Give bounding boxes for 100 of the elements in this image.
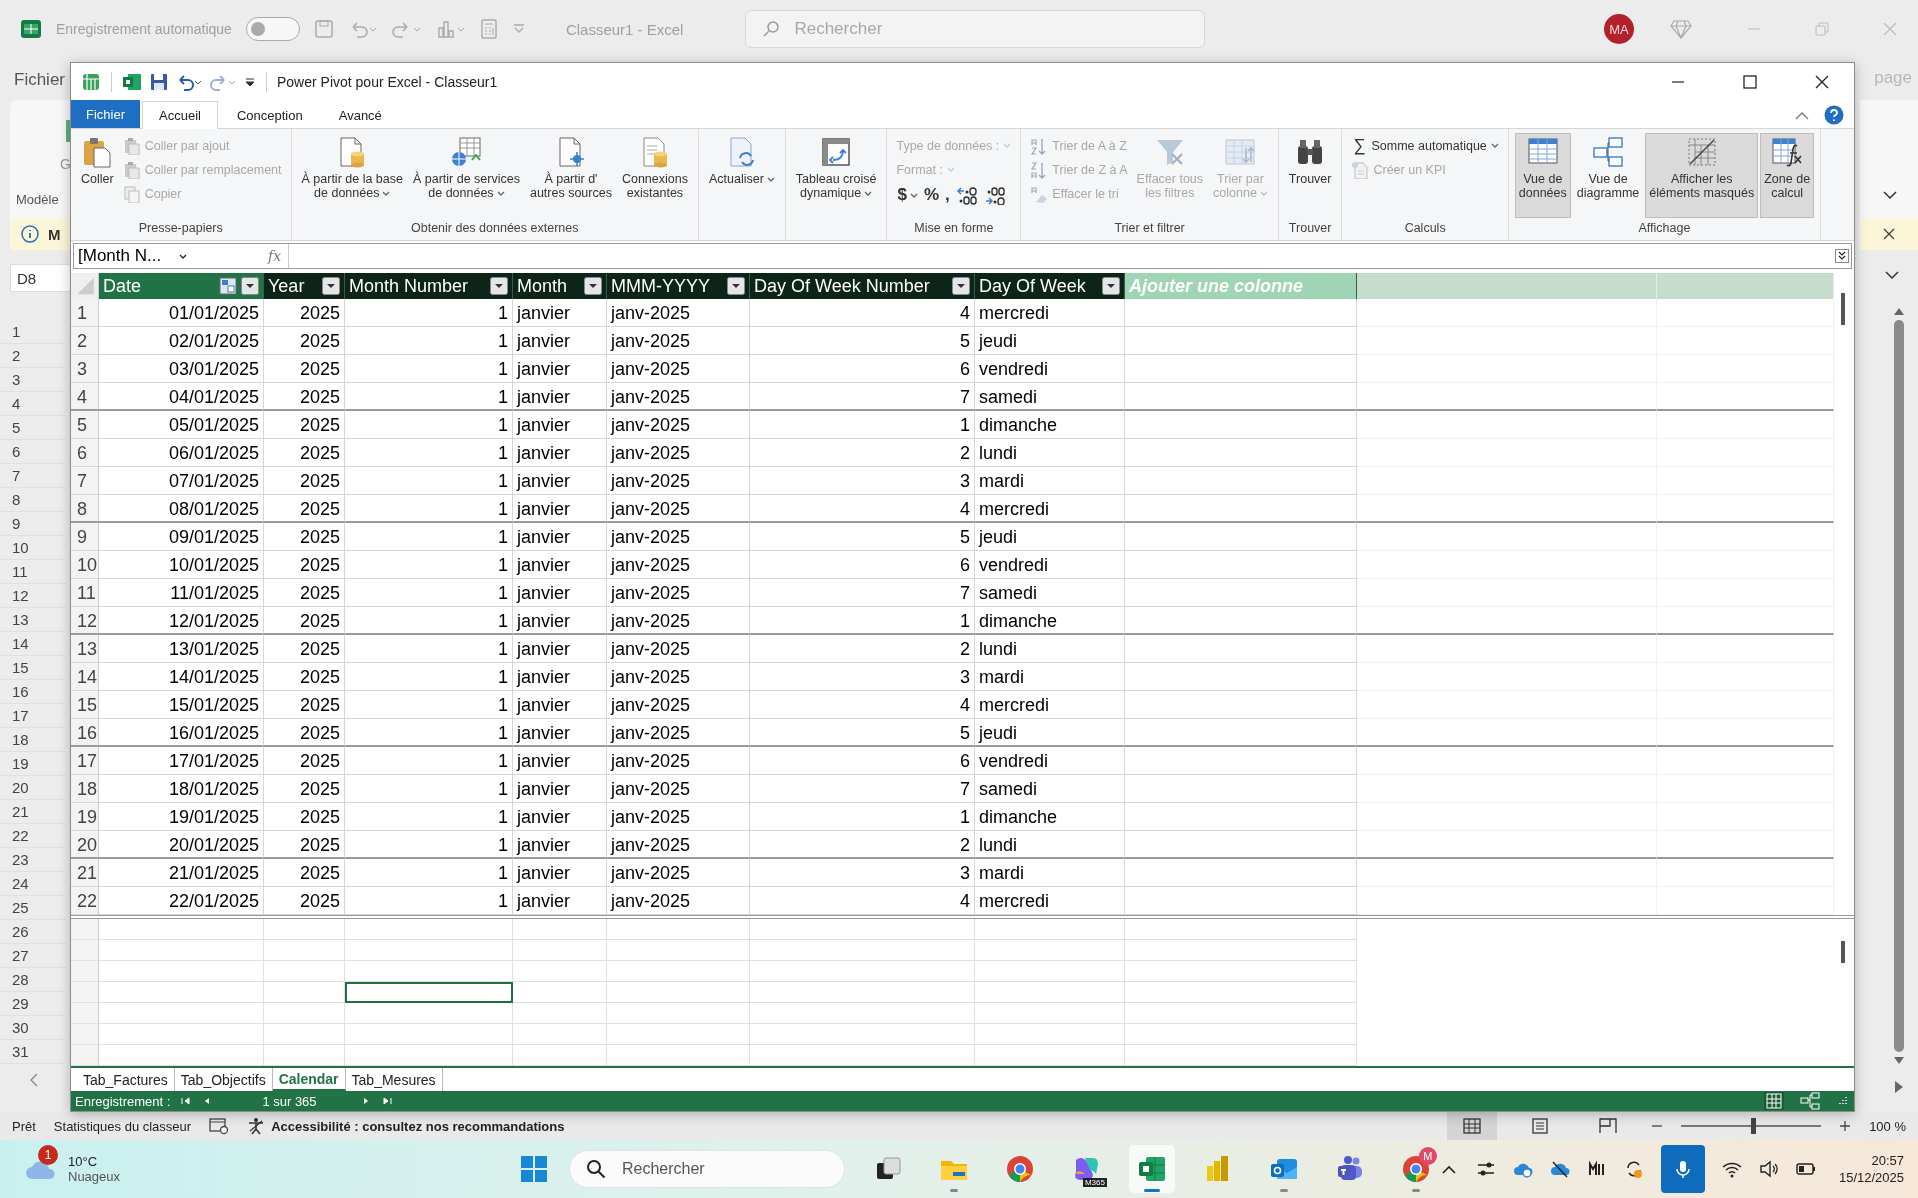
row-header[interactable]: 27 [0, 944, 66, 968]
slider-thumb[interactable] [1750, 1118, 1756, 1134]
row-header[interactable]: 29 [0, 992, 66, 1016]
scroll-down-arrow-icon[interactable] [1893, 1056, 1905, 1066]
weather-condition[interactable]: Nuageux [68, 1169, 121, 1184]
row-header[interactable]: 23 [0, 848, 66, 872]
accessibility-status[interactable]: Accessibilité : consultez nos recommandations [271, 1118, 565, 1134]
ribbon-button[interactable]: Trouver [1284, 133, 1336, 218]
row-header[interactable]: 20 [0, 776, 66, 800]
filter-dropdown-button[interactable] [727, 277, 745, 295]
row-header[interactable]: 17 [0, 704, 66, 728]
column-header[interactable]: Month Number [345, 273, 513, 299]
column-header[interactable] [1657, 273, 1834, 299]
calculator-icon[interactable] [479, 19, 498, 39]
restore-icon[interactable] [1814, 21, 1830, 37]
row-header[interactable]: 1 [0, 320, 66, 344]
row-header[interactable]: 5 [0, 416, 66, 440]
chevron-down-icon[interactable] [1884, 270, 1900, 280]
diagram-view-icon[interactable] [1800, 1092, 1820, 1110]
ribbon-tab[interactable]: Accueil [142, 101, 218, 129]
row-header[interactable]: 12 [0, 584, 66, 608]
column-header[interactable]: Day Of Week [975, 273, 1125, 299]
format-button[interactable]: $ [897, 185, 918, 205]
resize-grip-icon[interactable] [1836, 1095, 1848, 1107]
help-icon[interactable] [1824, 104, 1844, 125]
normal-view-button[interactable] [1447, 1112, 1498, 1140]
start-icon[interactable] [518, 1154, 549, 1184]
bar-chart-icon[interactable] [435, 19, 466, 39]
row-header[interactable]: 11 [0, 560, 66, 584]
ribbon-button[interactable]: Vue de données [1514, 133, 1571, 218]
undo-icon[interactable] [176, 73, 202, 91]
zoom-level[interactable]: 100 % [1869, 1118, 1906, 1134]
ribbon-button[interactable]: Vue de diagramme [1572, 133, 1644, 218]
microphone-icon[interactable] [1660, 1145, 1705, 1193]
column-header[interactable] [1357, 273, 1657, 299]
row-header[interactable]: 18 [0, 728, 66, 752]
function-icon[interactable]: fx [268, 248, 288, 264]
scrollbar-thumb[interactable] [1894, 320, 1904, 1052]
select-all-icon[interactable] [71, 273, 99, 299]
file-tab[interactable]: Fichier [71, 100, 140, 128]
filter-dropdown-button[interactable] [1102, 277, 1120, 295]
clock-time[interactable]: 20:57 [1871, 1153, 1904, 1168]
spreadsheet-icon[interactable] [122, 72, 142, 92]
grid-view-icon[interactable] [1764, 1092, 1784, 1110]
row-header[interactable] [71, 982, 99, 1003]
first-record-icon[interactable] [180, 1096, 193, 1106]
row-header[interactable]: 24 [0, 872, 66, 896]
cloud-off-icon[interactable] [1549, 1159, 1570, 1179]
column-header[interactable]: Year [264, 273, 345, 299]
row-header[interactable]: 16 [0, 680, 66, 704]
ribbon-tab[interactable]: Conception [219, 101, 320, 128]
taskbar-app-button[interactable]: M [1392, 1145, 1439, 1193]
row-header[interactable]: 14 [0, 632, 66, 656]
weather-temperature[interactable]: 10°C [68, 1154, 121, 1169]
chevron-down-icon[interactable] [1882, 190, 1898, 200]
decrease-decimal-icon[interactable] [983, 185, 1006, 205]
close-icon[interactable] [1814, 74, 1830, 90]
row-header[interactable]: 6 [0, 440, 66, 464]
close-icon[interactable] [1882, 227, 1896, 241]
redo-icon[interactable] [391, 19, 422, 39]
row-header[interactable] [71, 1045, 99, 1066]
maximize-icon[interactable] [1742, 74, 1758, 90]
format-button[interactable]: , [945, 185, 950, 205]
filter-dropdown-button[interactable] [584, 277, 602, 295]
row-header[interactable]: 7 [0, 464, 66, 488]
ribbon-button[interactable]: Coller [77, 133, 118, 218]
filter-dropdown-button[interactable] [241, 277, 259, 295]
scroll-up-arrow-icon[interactable] [1893, 306, 1905, 316]
sheet-gear-icon[interactable] [209, 1117, 230, 1135]
diamond-icon[interactable] [1670, 19, 1692, 39]
ribbon-button[interactable]: Actualiser [704, 133, 779, 218]
row-header[interactable]: 2 [0, 344, 66, 368]
name-box[interactable]: D8 [10, 264, 70, 292]
pivot-logo-icon[interactable] [81, 72, 101, 92]
search-field[interactable]: Rechercher [568, 1150, 845, 1188]
row-header[interactable] [71, 940, 99, 961]
autosave-toggle[interactable] [245, 17, 300, 41]
row-header[interactable]: 15 [0, 656, 66, 680]
ribbon-button[interactable]: À partir de la base de données [297, 133, 407, 218]
row-header[interactable]: 10 [0, 536, 66, 560]
column-header[interactable]: Month [513, 273, 607, 299]
ribbon-button[interactable]: Zone de calcul [1760, 133, 1815, 218]
column-header[interactable]: Day Of Week Number [750, 273, 975, 299]
redo-icon[interactable] [210, 73, 236, 91]
date-table-icon[interactable] [219, 277, 237, 295]
ribbon-tab[interactable]: Fichier [0, 58, 70, 100]
ribbon-button[interactable]: À partir d' autres sources [525, 133, 616, 218]
column-header[interactable]: Date [99, 273, 264, 299]
filter-dropdown-button[interactable] [490, 277, 508, 295]
row-header[interactable] [71, 919, 99, 940]
row-header[interactable]: 3 [0, 368, 66, 392]
calc-area-cell[interactable] [345, 982, 513, 1003]
ribbon-tab[interactable]: Avancé [321, 101, 399, 128]
scrollbar-thumb[interactable] [1841, 293, 1845, 325]
row-header[interactable]: 28 [0, 968, 66, 992]
filter-dropdown-button[interactable] [322, 277, 340, 295]
clock-date[interactable]: 15/12/2025 [1838, 1170, 1904, 1185]
workbook-statistics-link[interactable]: Statistiques du classeur [53, 1118, 192, 1134]
expand-formula-icon[interactable] [1835, 249, 1849, 263]
row-header[interactable]: 8 [0, 488, 66, 512]
